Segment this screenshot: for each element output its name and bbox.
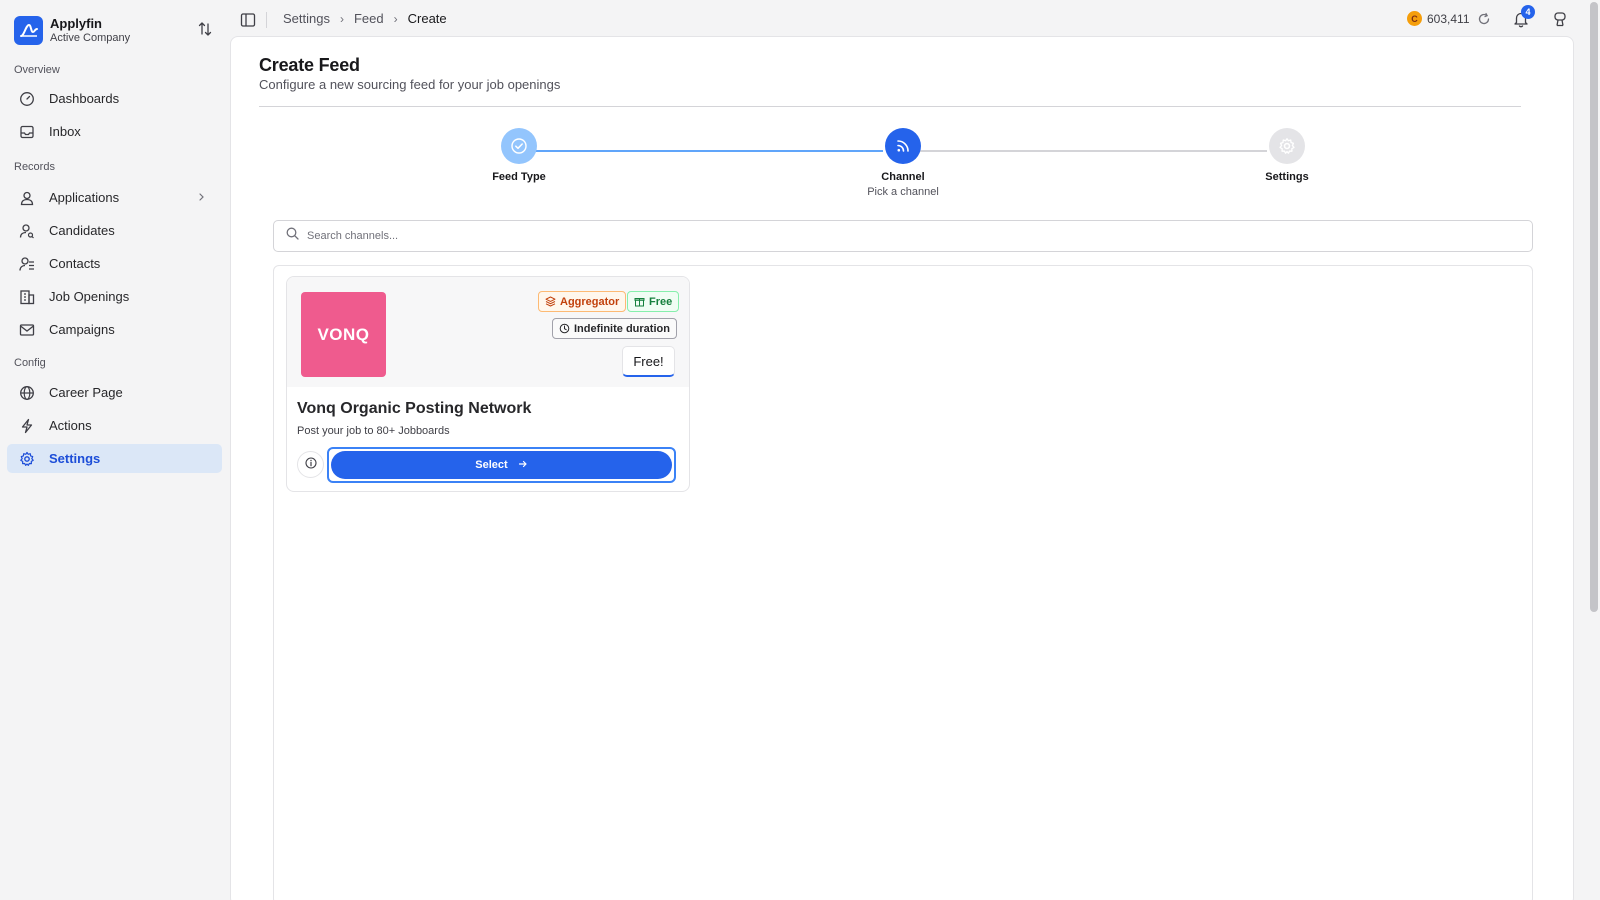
scrollbar-thumb[interactable] bbox=[1590, 2, 1598, 612]
gear-icon bbox=[19, 451, 35, 467]
credits-display[interactable]: C 603,411 bbox=[1407, 11, 1470, 26]
credits-value: 603,411 bbox=[1427, 11, 1470, 26]
user-icon bbox=[19, 190, 35, 206]
notification-badge: 4 bbox=[1521, 5, 1535, 19]
select-button-focus-ring: Select bbox=[327, 447, 676, 483]
sidebar-item-label: Campaigns bbox=[49, 322, 115, 337]
free-badge: Free bbox=[627, 291, 680, 312]
step-settings[interactable]: Settings bbox=[1187, 128, 1387, 183]
breadcrumb-feed[interactable]: Feed bbox=[354, 11, 384, 26]
mail-campaign-icon bbox=[19, 322, 35, 338]
sidebar-item-label: Career Page bbox=[49, 385, 123, 400]
refresh-icon[interactable] bbox=[1477, 12, 1491, 26]
page-subtitle: Configure a new sourcing feed for your j… bbox=[259, 77, 561, 92]
section-label-overview: Overview bbox=[14, 64, 60, 76]
divider bbox=[259, 106, 1521, 107]
arrow-right-icon bbox=[518, 459, 528, 472]
chevron-right-icon bbox=[198, 191, 208, 203]
aggregator-badge: Aggregator bbox=[538, 291, 627, 312]
switch-arrows-icon[interactable] bbox=[198, 21, 214, 37]
coin-icon: C bbox=[1407, 11, 1422, 26]
step-channel[interactable]: Channel Pick a channel bbox=[803, 128, 1003, 198]
search-field[interactable] bbox=[273, 220, 1533, 252]
gauge-icon bbox=[19, 91, 35, 107]
duration-badge: Indefinite duration bbox=[552, 318, 677, 339]
sidebar-item-campaigns[interactable]: Campaigns bbox=[7, 315, 222, 344]
section-label-records: Records bbox=[14, 161, 55, 173]
contacts-icon bbox=[19, 256, 35, 272]
rss-icon bbox=[885, 128, 921, 164]
channel-description: Post your job to 80+ Jobboards bbox=[297, 425, 450, 437]
duration-label: Indefinite duration bbox=[574, 322, 670, 335]
free-label: Free bbox=[649, 295, 673, 308]
channel-results: VONQ Aggregator Free Indefinite duration… bbox=[273, 265, 1533, 900]
info-button[interactable] bbox=[297, 451, 324, 478]
channel-title: Vonq Organic Posting Network bbox=[297, 400, 532, 417]
gear-icon bbox=[1269, 128, 1305, 164]
sidebar-item-dashboards[interactable]: Dashboards bbox=[7, 84, 222, 113]
step-label: Settings bbox=[1265, 171, 1309, 183]
chevron-right-icon: › bbox=[393, 11, 398, 26]
aggregator-label: Aggregator bbox=[560, 295, 620, 308]
user-search-icon bbox=[19, 223, 35, 239]
sidebar-item-inbox[interactable]: Inbox bbox=[7, 117, 222, 146]
sidebar-item-contacts[interactable]: Contacts bbox=[7, 249, 222, 278]
sidebar-item-label: Candidates bbox=[49, 223, 115, 238]
building-icon bbox=[19, 289, 35, 305]
sidebar-item-career-page[interactable]: Career Page bbox=[7, 378, 222, 407]
bolt-icon bbox=[19, 418, 35, 434]
sidebar: Applyfin Active Company Overview Dashboa… bbox=[0, 0, 230, 900]
select-button-label: Select bbox=[475, 459, 508, 471]
price-tag[interactable]: Free! bbox=[622, 346, 675, 377]
section-label-config: Config bbox=[14, 357, 46, 369]
chevron-right-icon: › bbox=[339, 11, 344, 26]
layers-icon bbox=[545, 296, 556, 307]
clock-icon bbox=[559, 323, 570, 334]
gift-icon bbox=[634, 296, 645, 307]
step-feed-type[interactable]: Feed Type bbox=[419, 128, 619, 183]
user-menu-icon[interactable] bbox=[1552, 11, 1568, 27]
company-switcher[interactable]: Applyfin Active Company bbox=[14, 14, 224, 46]
breadcrumb-create: Create bbox=[407, 11, 447, 26]
sidebar-item-label: Dashboards bbox=[49, 91, 120, 106]
company-logo bbox=[14, 15, 43, 45]
sidebar-item-applications[interactable]: Applications bbox=[7, 183, 222, 212]
check-circle-icon bbox=[501, 128, 537, 164]
inbox-icon bbox=[19, 124, 35, 140]
channel-card: VONQ Aggregator Free Indefinite duration… bbox=[286, 276, 690, 492]
sidebar-item-label: Job Openings bbox=[49, 289, 130, 304]
select-channel-button[interactable]: Select bbox=[331, 451, 672, 479]
sidebar-item-actions[interactable]: Actions bbox=[7, 411, 222, 440]
sidebar-item-label: Applications bbox=[49, 190, 120, 205]
sidebar-item-settings[interactable]: Settings bbox=[7, 444, 222, 473]
page-title: Create Feed bbox=[259, 55, 360, 75]
sidebar-item-label: Inbox bbox=[49, 124, 81, 139]
page-scrollbar[interactable] bbox=[1588, 0, 1600, 900]
sidebar-item-label: Settings bbox=[49, 451, 101, 466]
search-input[interactable] bbox=[307, 230, 1507, 242]
sidebar-toggle-icon[interactable] bbox=[240, 12, 256, 28]
step-label: Feed Type bbox=[492, 171, 546, 183]
company-name: Applyfin bbox=[50, 15, 102, 31]
divider bbox=[266, 12, 267, 28]
sidebar-item-label: Contacts bbox=[49, 256, 101, 271]
main-panel: Create Feed Configure a new sourcing fee… bbox=[230, 36, 1574, 900]
step-description: Pick a channel bbox=[867, 186, 939, 198]
topbar: Settings › Feed › Create C 603,411 4 bbox=[230, 0, 1600, 36]
globe-icon bbox=[19, 385, 35, 401]
card-header: VONQ Aggregator Free Indefinite duration… bbox=[287, 277, 689, 387]
info-icon bbox=[304, 456, 317, 474]
sidebar-item-candidates[interactable]: Candidates bbox=[7, 216, 222, 245]
sidebar-item-job-openings[interactable]: Job Openings bbox=[7, 282, 222, 311]
step-label: Channel bbox=[881, 171, 925, 183]
company-subtitle: Active Company bbox=[50, 31, 131, 44]
vonq-logo: VONQ bbox=[301, 292, 386, 377]
search-icon bbox=[286, 227, 299, 245]
breadcrumb-settings[interactable]: Settings bbox=[283, 11, 330, 26]
breadcrumb: Settings › Feed › Create bbox=[283, 11, 447, 26]
sidebar-item-label: Actions bbox=[49, 418, 92, 433]
